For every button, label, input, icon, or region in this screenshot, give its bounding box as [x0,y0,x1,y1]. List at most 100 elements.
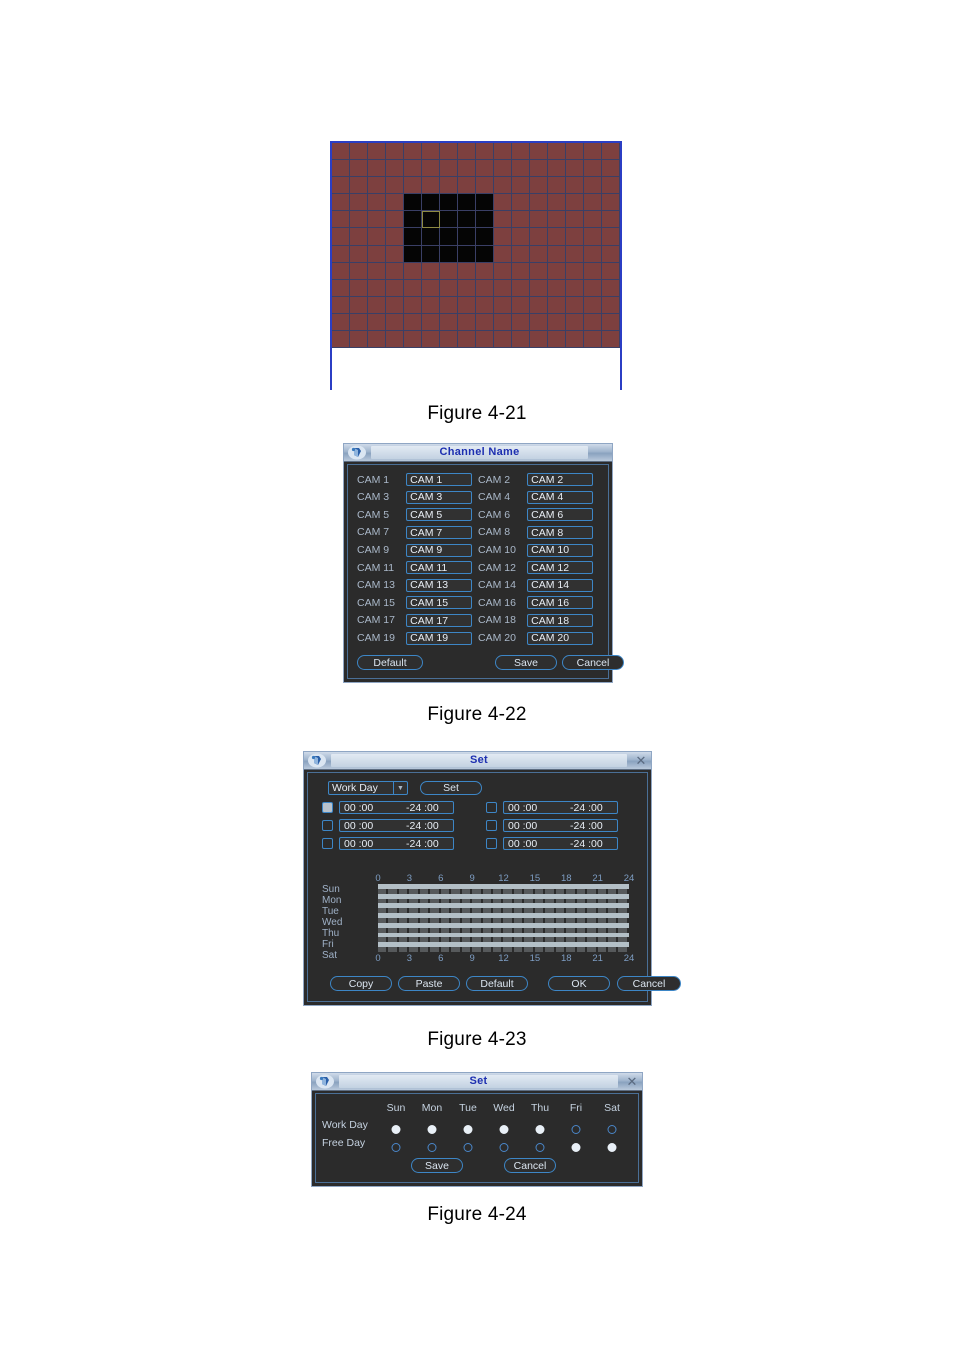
channel-name-input[interactable]: CAM 2 [527,473,593,487]
default-button[interactable]: Default [466,976,528,991]
motion-grid-cell[interactable] [368,177,386,195]
channel-name-input[interactable]: CAM 4 [527,490,593,504]
free-day-radio[interactable] [463,1143,473,1152]
motion-grid-cell[interactable] [566,160,584,178]
motion-grid-cell[interactable] [494,228,512,246]
motion-grid-cell[interactable] [350,296,368,314]
motion-grid-cell[interactable] [494,330,512,348]
motion-grid-cell[interactable] [548,143,566,161]
motion-grid-cell[interactable] [440,262,458,280]
motion-grid-cell[interactable] [332,279,350,297]
motion-grid-cell[interactable] [566,194,584,212]
channel-name-input[interactable]: CAM 17 [406,614,472,628]
timeline-bars[interactable] [378,884,629,953]
channel-name-input[interactable]: CAM 1 [406,473,472,487]
motion-grid-cell[interactable] [458,330,476,348]
timeline-day-bar[interactable] [378,903,629,914]
motion-grid-cell[interactable] [422,330,440,348]
motion-grid-cell[interactable] [476,160,494,178]
channel-name-input[interactable]: CAM 10 [527,543,593,557]
motion-grid-cell[interactable] [584,296,602,314]
motion-grid-cell[interactable] [350,330,368,348]
channel-name-input[interactable]: CAM 6 [527,508,593,522]
motion-grid-cell[interactable] [584,330,602,348]
period-time-range[interactable]: 00 :00 -24 :00 [503,819,618,832]
motion-grid-cell[interactable] [422,245,440,263]
motion-grid-cell[interactable] [350,177,368,195]
motion-grid-cell[interactable] [368,143,386,161]
motion-grid-cell[interactable] [332,228,350,246]
cancel-button[interactable]: Cancel [504,1158,556,1173]
motion-grid-cell[interactable] [476,211,494,229]
timeline-day-bar[interactable] [378,922,629,933]
channel-name-input[interactable]: CAM 5 [406,508,472,522]
period-time-range[interactable]: 00 :00 -24 :00 [339,801,454,814]
motion-grid-cell[interactable] [386,211,404,229]
motion-grid-cell[interactable] [476,228,494,246]
motion-grid-cell[interactable] [566,330,584,348]
motion-grid-cell[interactable] [458,228,476,246]
motion-grid-cell[interactable] [494,143,512,161]
motion-grid-cell[interactable] [584,211,602,229]
motion-grid-cell[interactable] [368,194,386,212]
motion-grid-cell[interactable] [602,313,620,331]
motion-grid-cell[interactable] [350,228,368,246]
motion-grid-cell[interactable] [566,211,584,229]
motion-grid-cell[interactable] [602,279,620,297]
motion-grid-cell[interactable] [548,313,566,331]
motion-grid-cell[interactable] [584,262,602,280]
close-icon[interactable]: ✕ [631,754,651,767]
motion-grid-cell[interactable] [584,160,602,178]
motion-grid-cell[interactable] [422,177,440,195]
period-enable-checkbox[interactable] [322,820,333,831]
motion-detection-grid[interactable] [332,141,620,348]
motion-grid-cell[interactable] [494,160,512,178]
motion-grid-cell[interactable] [476,262,494,280]
motion-grid-cell[interactable] [548,279,566,297]
motion-grid-cell[interactable] [332,262,350,280]
motion-grid-cell[interactable] [512,177,530,195]
motion-grid-cell[interactable] [458,194,476,212]
motion-grid-cell[interactable] [512,313,530,331]
motion-grid-cell[interactable] [584,143,602,161]
save-button[interactable]: Save [411,1158,463,1173]
motion-grid-cell[interactable] [350,143,368,161]
channel-name-input[interactable]: CAM 15 [406,596,472,610]
day-type-select[interactable]: Work Day ▼ [328,781,408,795]
motion-grid-cell[interactable] [458,177,476,195]
cancel-button[interactable]: Cancel [617,976,681,991]
motion-grid-cell[interactable] [458,296,476,314]
motion-grid-cell[interactable] [440,194,458,212]
motion-grid-cell[interactable] [458,160,476,178]
channel-name-input[interactable]: CAM 11 [406,561,472,575]
motion-grid-cell[interactable] [350,245,368,263]
work-day-radio[interactable] [571,1125,581,1134]
motion-grid-cell[interactable] [440,228,458,246]
motion-grid-cursor-cell[interactable] [422,211,440,229]
channel-name-input[interactable]: CAM 7 [406,526,472,540]
motion-grid-cell[interactable] [458,279,476,297]
channel-name-input[interactable]: CAM 3 [406,490,472,504]
motion-grid-cell[interactable] [404,245,422,263]
timeline-day-bar[interactable] [378,942,629,953]
motion-grid-cell[interactable] [368,330,386,348]
motion-grid-cell[interactable] [602,330,620,348]
motion-grid-cell[interactable] [404,262,422,280]
channel-name-input[interactable]: CAM 9 [406,543,472,557]
motion-grid-cell[interactable] [422,228,440,246]
channel-name-input[interactable]: CAM 16 [527,596,593,610]
motion-grid-cell[interactable] [332,194,350,212]
ok-button[interactable]: OK [548,976,610,991]
motion-grid-cell[interactable] [530,245,548,263]
paste-button[interactable]: Paste [398,976,460,991]
timeline-day-bar[interactable] [378,932,629,943]
motion-grid-cell[interactable] [404,160,422,178]
timeline-day-bar[interactable] [378,913,629,923]
motion-grid-cell[interactable] [332,211,350,229]
cancel-button[interactable]: Cancel [562,655,624,670]
motion-grid-cell[interactable] [368,313,386,331]
work-day-radio[interactable] [607,1125,617,1134]
motion-grid-cell[interactable] [404,177,422,195]
motion-grid-cell[interactable] [440,279,458,297]
work-day-radio[interactable] [391,1125,401,1134]
